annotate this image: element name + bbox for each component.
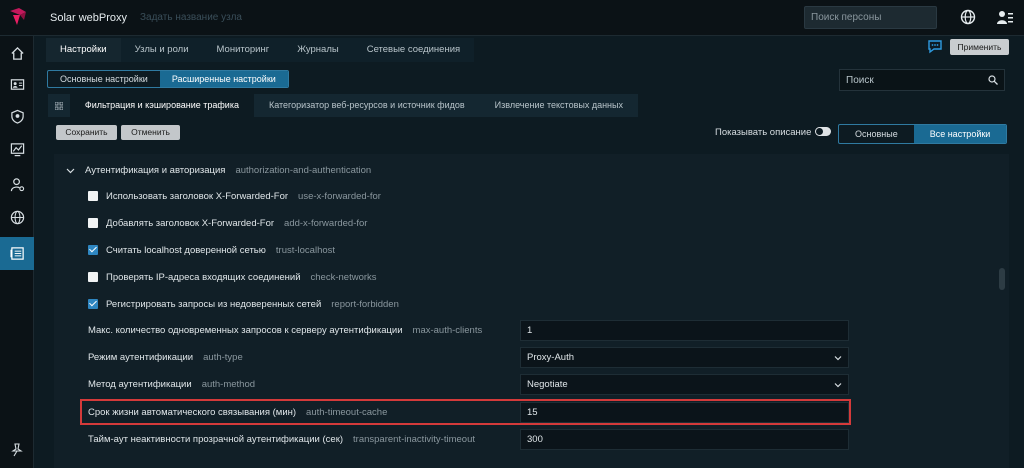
setting-row: Добавлять заголовок X-Forwarded-For add-… bbox=[88, 210, 1009, 236]
setting-key: trust-localhost bbox=[275, 244, 336, 256]
pin-icon[interactable] bbox=[10, 443, 24, 457]
sidebar-item-users[interactable] bbox=[0, 169, 34, 199]
setting-key: transparent-inactivity-timeout bbox=[353, 433, 475, 445]
section-key: authorization-and-authentication bbox=[235, 164, 372, 176]
user-menu-icon[interactable] bbox=[996, 9, 1014, 25]
chat-icon[interactable] bbox=[927, 39, 943, 54]
apply-button[interactable]: Применить bbox=[950, 39, 1009, 55]
view-mode-switch: Основные Все настройки bbox=[838, 124, 1008, 144]
sidebar-item-network[interactable] bbox=[0, 202, 34, 232]
settings-panel: Аутентификация и авторизация authorizati… bbox=[54, 154, 1009, 468]
tab-settings[interactable]: Настройки bbox=[46, 38, 121, 62]
show-description-label: Показывать описание bbox=[715, 127, 812, 138]
sidebar-item-security[interactable] bbox=[0, 101, 34, 131]
app-title: Solar webProxy bbox=[50, 12, 128, 24]
sub-tabs: Фильтрация и кэширование трафика Категор… bbox=[48, 94, 638, 117]
chevron-down-icon bbox=[834, 356, 842, 361]
setting-label: Тайм-аут неактивности прозрачной аутенти… bbox=[88, 433, 344, 445]
max-auth-clients-input[interactable]: 1 bbox=[520, 320, 849, 341]
field-value: 1 bbox=[527, 325, 533, 336]
tab-filtering-caching[interactable]: Фильтрация и кэширование трафика bbox=[69, 94, 254, 117]
setting-key: report-forbidden bbox=[331, 298, 399, 310]
field-value: Proxy-Auth bbox=[527, 352, 574, 363]
chevron-down-icon bbox=[834, 383, 842, 388]
setting-label: Добавлять заголовок X-Forwarded-For bbox=[106, 217, 275, 229]
chevron-down-icon bbox=[66, 168, 75, 173]
sidebar-item-home[interactable] bbox=[0, 38, 34, 68]
section-header[interactable]: Аутентификация и авторизация authorizati… bbox=[66, 157, 1009, 183]
main-area: Настройки Узлы и роли Мониторинг Журналы… bbox=[34, 36, 1024, 468]
tab-network-connections[interactable]: Сетевые соединения bbox=[353, 38, 474, 62]
search-icon bbox=[988, 75, 998, 85]
sidebar-item-monitoring[interactable] bbox=[0, 134, 34, 164]
basic-settings-button[interactable]: Основные настройки bbox=[48, 71, 160, 87]
setting-label: Считать localhost доверенной сетью bbox=[106, 244, 266, 256]
solar-logo-icon bbox=[10, 8, 26, 25]
grid-view-toggle[interactable] bbox=[48, 94, 70, 117]
shield-icon bbox=[10, 109, 24, 124]
view-all-settings-button[interactable]: Все настройки bbox=[913, 125, 1007, 143]
checkbox[interactable] bbox=[88, 218, 98, 228]
settings-search-input[interactable]: Поиск bbox=[839, 69, 1005, 91]
main-tabs: Настройки Узлы и роли Мониторинг Журналы… bbox=[46, 38, 475, 62]
cancel-button[interactable]: Отменить bbox=[121, 125, 180, 140]
setting-key: max-auth-clients bbox=[412, 324, 483, 336]
highlight-box bbox=[80, 399, 851, 425]
advanced-settings-button[interactable]: Расширенные настройки bbox=[159, 71, 288, 87]
search-placeholder: Поиск bbox=[846, 75, 874, 86]
person-search-input[interactable]: Поиск персоны bbox=[804, 6, 937, 29]
section-title: Аутентификация и авторизация bbox=[85, 164, 226, 176]
setting-label: Режим аутентификации bbox=[88, 351, 194, 363]
show-description-toggle[interactable] bbox=[815, 127, 831, 136]
id-card-icon bbox=[10, 78, 24, 90]
setting-row: Проверять IP-адреса входящих соединений … bbox=[88, 264, 1009, 290]
view-basic-button[interactable]: Основные bbox=[839, 125, 914, 143]
setting-row: Регистрировать запросы из недоверенных с… bbox=[88, 291, 1009, 317]
field-value: 300 bbox=[527, 434, 543, 445]
auth-type-select[interactable]: Proxy-Auth bbox=[520, 347, 849, 368]
globe-icon[interactable] bbox=[960, 9, 976, 25]
home-icon bbox=[10, 46, 24, 60]
sidebar-item-settings[interactable] bbox=[0, 237, 34, 270]
setting-key: check-networks bbox=[310, 271, 377, 283]
scrollbar-thumb[interactable] bbox=[999, 268, 1005, 290]
setting-key: add-x-forwarded-for bbox=[284, 217, 368, 229]
save-button[interactable]: Сохранить bbox=[56, 125, 117, 140]
setting-row: Считать localhost доверенной сетью trust… bbox=[88, 237, 1009, 263]
tab-text-extraction[interactable]: Извлечение текстовых данных bbox=[480, 94, 638, 117]
sidebar bbox=[0, 36, 34, 468]
transparent-inactivity-timeout-input[interactable]: 300 bbox=[520, 429, 849, 450]
sidebar-item-contacts[interactable] bbox=[0, 69, 34, 99]
checkbox[interactable] bbox=[88, 272, 98, 282]
user-settings-icon bbox=[10, 177, 24, 191]
grid-icon bbox=[54, 101, 63, 110]
setting-label: Метод аутентификации bbox=[88, 378, 192, 390]
setting-key: auth-method bbox=[201, 378, 256, 390]
setting-label: Регистрировать запросы из недоверенных с… bbox=[106, 298, 322, 310]
checkbox-checked[interactable] bbox=[88, 299, 98, 309]
globe-icon bbox=[10, 210, 24, 224]
setting-key: auth-type bbox=[203, 351, 243, 363]
setting-label: Использовать заголовок X-Forwarded-For bbox=[106, 190, 289, 202]
setting-label: Проверять IP-адреса входящих соединений bbox=[106, 271, 301, 283]
checkbox[interactable] bbox=[88, 191, 98, 201]
top-bar: Solar webProxy Задать название узла Поис… bbox=[0, 0, 1024, 36]
settings-mode-switch: Основные настройки Расширенные настройки bbox=[47, 70, 289, 88]
auth-method-select[interactable]: Negotiate bbox=[520, 374, 849, 395]
tab-nodes-roles[interactable]: Узлы и роли bbox=[121, 38, 203, 62]
tab-categorizer[interactable]: Категоризатор веб-ресурсов и источник фи… bbox=[254, 94, 480, 117]
tab-logs[interactable]: Журналы bbox=[283, 38, 353, 62]
node-name-placeholder[interactable]: Задать название узла bbox=[140, 12, 242, 23]
setting-label: Макс. количество одновременных запросов … bbox=[88, 324, 403, 336]
settings-list-icon bbox=[9, 247, 24, 260]
setting-key: use-x-forwarded-for bbox=[298, 190, 381, 202]
chart-icon bbox=[10, 142, 24, 156]
field-value: Negotiate bbox=[527, 379, 568, 390]
tab-monitoring[interactable]: Мониторинг bbox=[203, 38, 284, 62]
checkbox-checked[interactable] bbox=[88, 245, 98, 255]
setting-row: Использовать заголовок X-Forwarded-For u… bbox=[88, 183, 1009, 209]
